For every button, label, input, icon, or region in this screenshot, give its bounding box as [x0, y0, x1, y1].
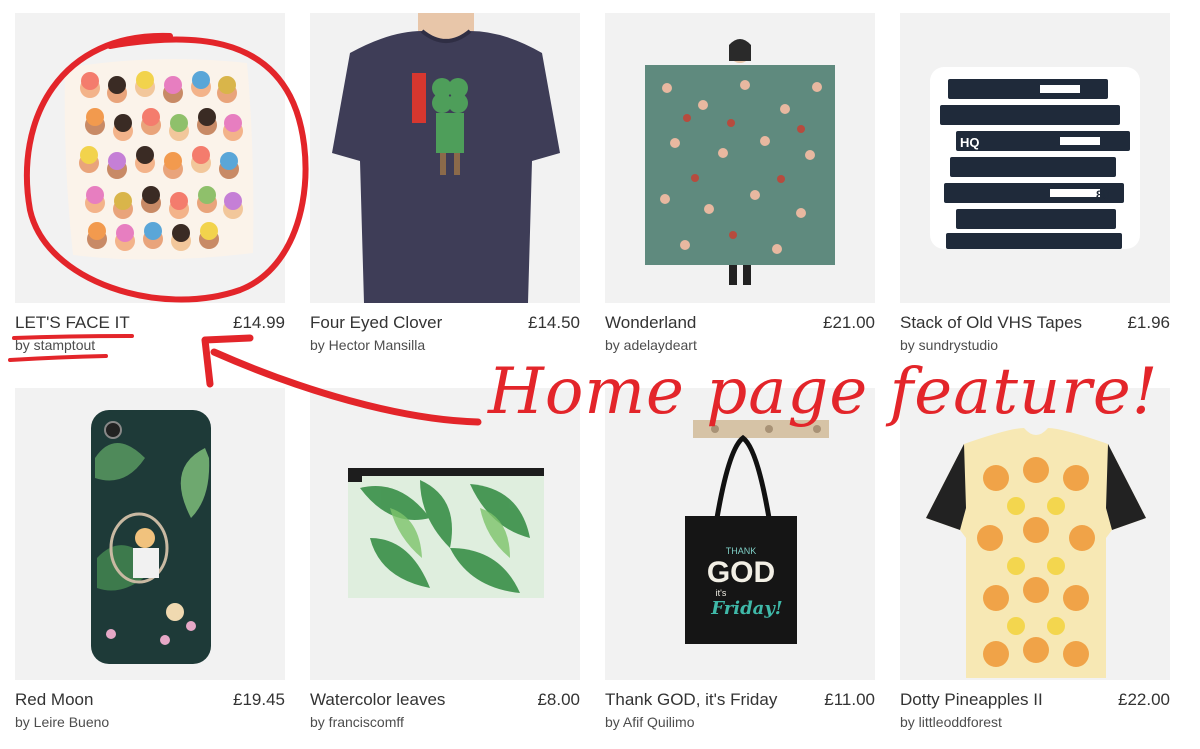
tote-text-god: GOD — [707, 556, 775, 589]
tote-bag-artwork: THANK GOD it's Friday! — [685, 420, 829, 644]
product-image[interactable] — [900, 388, 1170, 680]
graphic-tshirt-artwork — [926, 428, 1146, 678]
product-title[interactable]: Stack of Old VHS Tapes — [900, 313, 1082, 333]
pouch-artwork — [348, 468, 544, 598]
product-price: £8.00 — [537, 690, 580, 709]
product-price: £21.00 — [823, 313, 875, 332]
product-image[interactable] — [605, 13, 875, 303]
product-card[interactable]: Dotty Pineapples II £22.00 by littleoddf… — [900, 388, 1170, 730]
product-image[interactable]: THANK GOD it's Friday! — [605, 388, 875, 680]
product-card[interactable]: LET'S FACE IT £14.99 by stamptout — [15, 13, 285, 353]
product-artist[interactable]: by Hector Mansilla — [310, 337, 425, 353]
annotation-text: Home page feature! — [488, 355, 1159, 429]
product-image[interactable] — [310, 13, 580, 303]
tote-text-its: it's — [716, 588, 727, 598]
product-image[interactable] — [310, 388, 580, 680]
product-meta: LET'S FACE IT £14.99 by stamptout — [15, 303, 285, 353]
product-price: £11.00 — [824, 690, 875, 709]
product-meta: Four Eyed Clover £14.50 by Hector Mansil… — [310, 303, 580, 353]
product-title[interactable]: Dotty Pineapples II — [900, 690, 1043, 710]
product-title[interactable]: Wonderland — [605, 313, 696, 333]
product-image[interactable] — [15, 388, 285, 680]
product-artist[interactable]: by franciscomff — [310, 714, 404, 730]
product-meta: Dotty Pineapples II £22.00 by littleoddf… — [900, 680, 1170, 730]
pillow-artwork — [64, 59, 254, 260]
product-price: £14.99 — [233, 313, 285, 332]
product-artist[interactable]: by adelaydeart — [605, 337, 697, 353]
tshirt-artwork — [332, 13, 560, 303]
vhs-label-text: HQ — [960, 135, 980, 150]
product-price: £22.00 — [1118, 690, 1170, 709]
product-artist[interactable]: by Leire Bueno — [15, 714, 109, 730]
product-meta: Stack of Old VHS Tapes £1.96 by sundryst… — [900, 303, 1170, 353]
product-meta: Watercolor leaves £8.00 by franciscomff — [310, 680, 580, 730]
product-price: £14.50 — [528, 313, 580, 332]
scarf-artwork — [645, 39, 835, 285]
product-title[interactable]: LET'S FACE IT — [15, 313, 130, 333]
product-card[interactable]: THANK GOD it's Friday! Thank GOD, it's F… — [605, 388, 875, 730]
product-meta: Red Moon £19.45 by Leire Bueno — [15, 680, 285, 730]
product-artist[interactable]: by Afif Quilimo — [605, 714, 694, 730]
product-card[interactable]: HQ 80 Stack of Old VHS Tapes £1.96 by su… — [900, 13, 1170, 353]
product-image[interactable] — [15, 13, 285, 303]
product-card[interactable]: Red Moon £19.45 by Leire Bueno — [15, 388, 285, 730]
tote-text-friday: Friday! — [710, 598, 782, 619]
product-image[interactable]: HQ 80 — [900, 13, 1170, 303]
vhs-number-text: 80 — [1096, 188, 1110, 202]
product-card[interactable]: Four Eyed Clover £14.50 by Hector Mansil… — [310, 13, 580, 353]
tote-text-thank: THANK — [726, 546, 757, 556]
product-price: £19.45 — [233, 690, 285, 709]
phone-case-artwork — [91, 410, 211, 664]
product-artist[interactable]: by sundrystudio — [900, 337, 998, 353]
product-price: £1.96 — [1127, 313, 1170, 332]
product-title[interactable]: Red Moon — [15, 690, 93, 710]
product-card[interactable]: Watercolor leaves £8.00 by franciscomff — [310, 388, 580, 730]
product-title[interactable]: Watercolor leaves — [310, 690, 445, 710]
product-card[interactable]: Wonderland £21.00 by adelaydeart — [605, 13, 875, 353]
product-meta: Thank GOD, it's Friday £11.00 by Afif Qu… — [605, 680, 875, 730]
product-title[interactable]: Four Eyed Clover — [310, 313, 442, 333]
product-artist[interactable]: by stamptout — [15, 337, 95, 353]
product-artist[interactable]: by littleoddforest — [900, 714, 1002, 730]
vhs-sticker-artwork: HQ 80 — [930, 67, 1140, 249]
product-meta: Wonderland £21.00 by adelaydeart — [605, 303, 875, 353]
product-title[interactable]: Thank GOD, it's Friday — [605, 690, 777, 710]
